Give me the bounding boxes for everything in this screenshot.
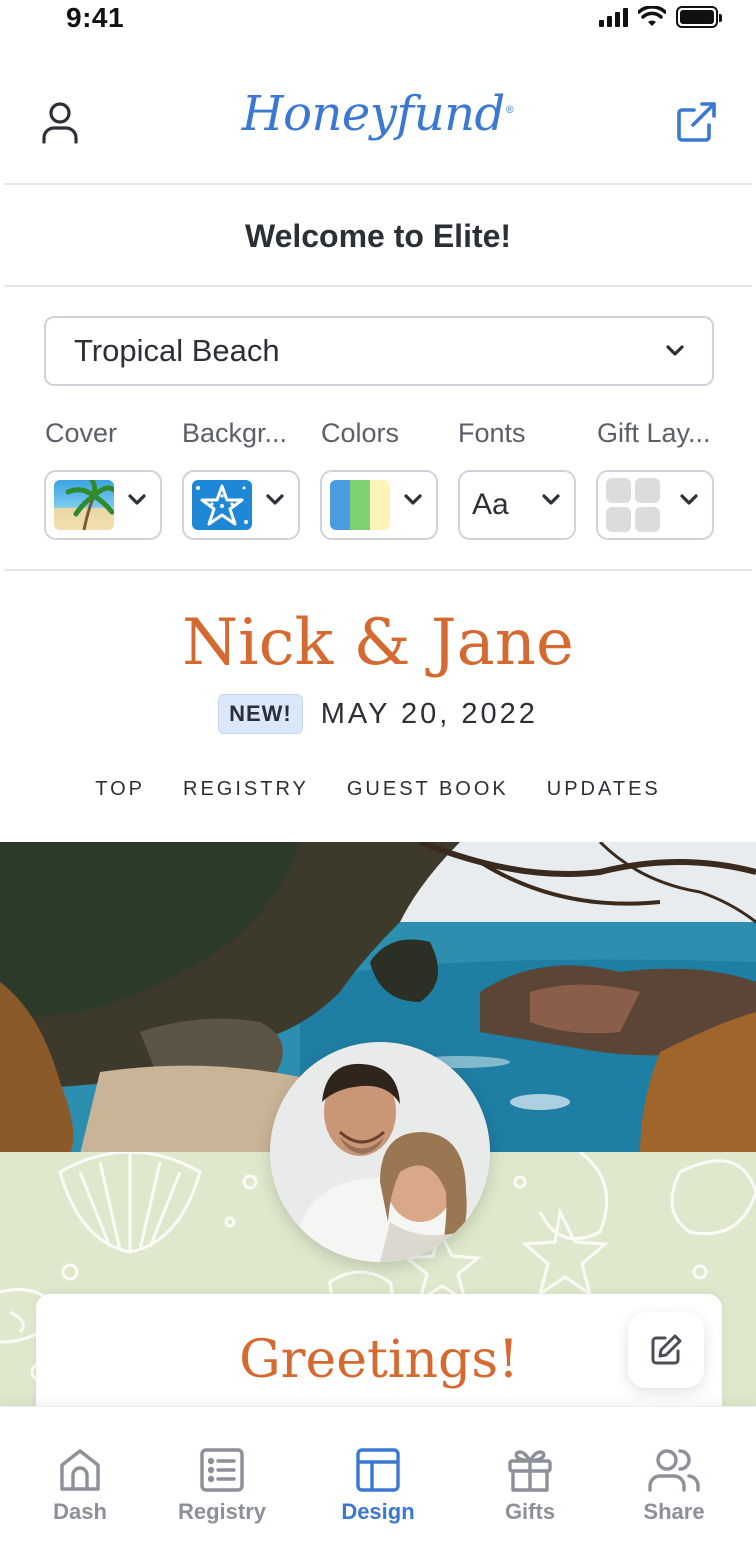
tab-design-label: Design — [341, 1499, 415, 1524]
tab-registry-label: Registry — [177, 1499, 267, 1524]
tab-design[interactable]: Design — [308, 1447, 448, 1525]
signal-icon — [599, 7, 628, 27]
site-nav: TOP REGISTRY GUEST BOOK UPDATES — [0, 778, 756, 801]
greeting-title: Greetings! — [239, 1330, 519, 1390]
welcome-divider — [4, 285, 752, 287]
tab-gifts-label: Gifts — [504, 1499, 556, 1524]
fonts-dropdown[interactable]: Aa — [458, 470, 576, 540]
background-thumbnail — [192, 480, 252, 530]
colors-dropdown[interactable] — [320, 470, 438, 540]
cover-thumbnail — [54, 480, 114, 530]
list-icon — [200, 1448, 244, 1492]
site-nav-updates[interactable]: UPDATES — [547, 778, 661, 801]
status-icons — [599, 6, 722, 28]
cover-dropdown[interactable] — [44, 470, 162, 540]
font-sample: Aa — [472, 488, 509, 521]
edit-icon — [651, 1334, 682, 1365]
fonts-label: Fonts — [458, 418, 526, 448]
greeting-card: Greetings! — [36, 1294, 722, 1424]
cover-label: Cover — [45, 418, 118, 448]
external-link-icon[interactable] — [672, 98, 720, 146]
welcome-title: Welcome to Elite! — [244, 218, 512, 254]
chevron-down-icon — [404, 494, 422, 505]
chevron-down-icon — [680, 494, 698, 505]
new-badge: NEW! — [218, 694, 303, 734]
logo-mark: ® — [504, 105, 515, 116]
couple-names: Nick & Jane — [182, 606, 574, 680]
background-dropdown[interactable] — [182, 470, 300, 540]
app-header: Honeyfund® — [0, 60, 756, 184]
theme-select[interactable]: Tropical Beach — [44, 316, 714, 386]
tab-registry[interactable]: Registry — [152, 1447, 292, 1525]
colors-label: Colors — [321, 418, 400, 448]
home-icon — [60, 1449, 100, 1491]
gift-layout-label: Gift Lay... — [597, 418, 711, 448]
site-nav-guest-book[interactable]: GUEST BOOK — [347, 778, 509, 801]
tab-gifts[interactable]: Gifts — [460, 1447, 600, 1525]
tab-dash[interactable]: Dash — [10, 1447, 150, 1525]
wifi-icon — [638, 6, 666, 26]
background-label: Backgr... — [182, 418, 288, 448]
tab-share-label: Share — [643, 1499, 705, 1524]
header-divider — [4, 183, 752, 185]
theme-select-value: Tropical Beach — [74, 333, 280, 368]
wedding-date: MAY 20, 2022 — [320, 697, 538, 730]
users-icon — [648, 1449, 700, 1492]
battery-icon — [676, 6, 722, 28]
colors-palette-swatch — [330, 480, 390, 530]
chevron-down-icon — [666, 345, 684, 356]
tab-share[interactable]: Share — [604, 1447, 744, 1525]
chevron-down-icon — [542, 494, 560, 505]
date-row: NEW! MAY 20, 2022 — [0, 694, 756, 734]
layout-icon — [356, 1448, 400, 1492]
gift-layout-dropdown[interactable] — [596, 470, 714, 540]
status-bar: 9:41 — [0, 0, 756, 44]
chevron-down-icon — [266, 494, 284, 505]
chevron-down-icon — [128, 494, 146, 505]
tab-dash-label: Dash — [53, 1499, 107, 1524]
site-nav-registry[interactable]: REGISTRY — [183, 778, 309, 801]
edit-button[interactable] — [628, 1312, 704, 1388]
logo-text: Honeyfund — [241, 86, 506, 142]
honeyfund-logo: Honeyfund® — [0, 86, 756, 142]
bottom-tab-bar: Dash Registry Design Gifts Share — [0, 1406, 756, 1560]
status-time: 9:41 — [66, 2, 125, 33]
options-divider — [4, 569, 752, 571]
grid-layout-icon — [606, 478, 660, 532]
site-nav-top[interactable]: TOP — [95, 778, 145, 801]
couple-avatar — [270, 1042, 490, 1262]
gift-icon — [508, 1450, 552, 1492]
